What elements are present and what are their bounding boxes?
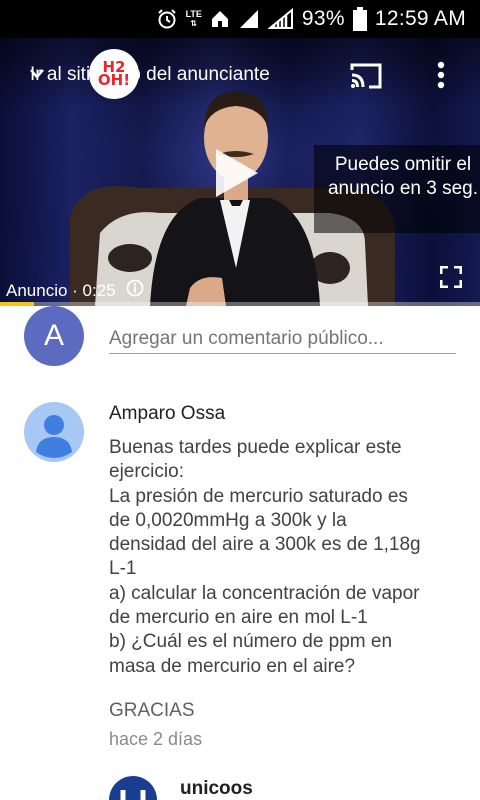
status-bar: LTE ⇅ 93% 12:59 AM [0,0,480,38]
comment-signoff: GRACIAS [109,700,195,721]
comment-line: densidad del aire a 300k es de 1,18g [109,534,421,556]
comment-line: L-1 [109,558,137,580]
comment-body: Buenas tardes puede explicar este ejerci… [109,436,459,679]
network-type: LTE [185,9,202,19]
comment-author[interactable]: Amparo Ossa [109,403,225,425]
home-signal-icon [210,9,230,29]
signal-icon [267,8,294,30]
avatar[interactable] [24,402,84,462]
lte-icon: LTE ⇅ [185,9,202,29]
advertiser-link[interactable]: Ir al sitio web del anunciante [30,64,270,86]
more-vert-icon[interactable] [436,60,446,95]
comment-line: de mercurio en aire en mol L-1 [109,607,368,629]
ad-duration-label: Anuncio · 0:25 [6,281,116,300]
skip-ad-countdown: Puedes omitir el anuncio en 3 seg. [314,145,480,233]
comment-line: a) calcular la concentración de vapor [109,582,420,604]
comment-line: Buenas tardes puede explicar este [109,437,402,458]
add-comment-row: A [0,306,480,368]
comment-timestamp: hace 2 días [109,729,203,749]
play-icon[interactable] [214,147,260,204]
reply-author[interactable]: unicoos [180,778,253,800]
alarm-icon [156,8,178,30]
video-player[interactable]: Ir al sitio web del anunciante H2 OH! Pue… [0,38,480,306]
brand-logo[interactable]: H2 OH! [89,49,139,99]
comment-line: b) ¿Cuál es el número de ppm en [109,631,393,653]
comment-line: La presión de mercurio saturado es [109,485,408,507]
avatar[interactable] [109,776,157,800]
avatar[interactable]: A [24,306,84,366]
default-user-icon [36,415,72,458]
info-icon[interactable] [126,279,144,302]
comment-line: masa de mercurio en el aire? [109,655,356,677]
reply-item: unicoos [0,774,480,800]
comment-line: ejercicio: [109,461,184,483]
fullscreen-icon[interactable] [439,265,463,293]
comment-input[interactable] [109,324,456,354]
battery-icon [352,7,367,31]
clock: 12:59 AM [374,7,466,30]
signal-icon [238,8,260,30]
channel-logo-icon [110,777,156,800]
cast-icon[interactable] [349,62,383,95]
comment-line: de 0,0020mmHg a 300k y la [109,509,347,531]
battery-percent: 93% [301,7,345,30]
